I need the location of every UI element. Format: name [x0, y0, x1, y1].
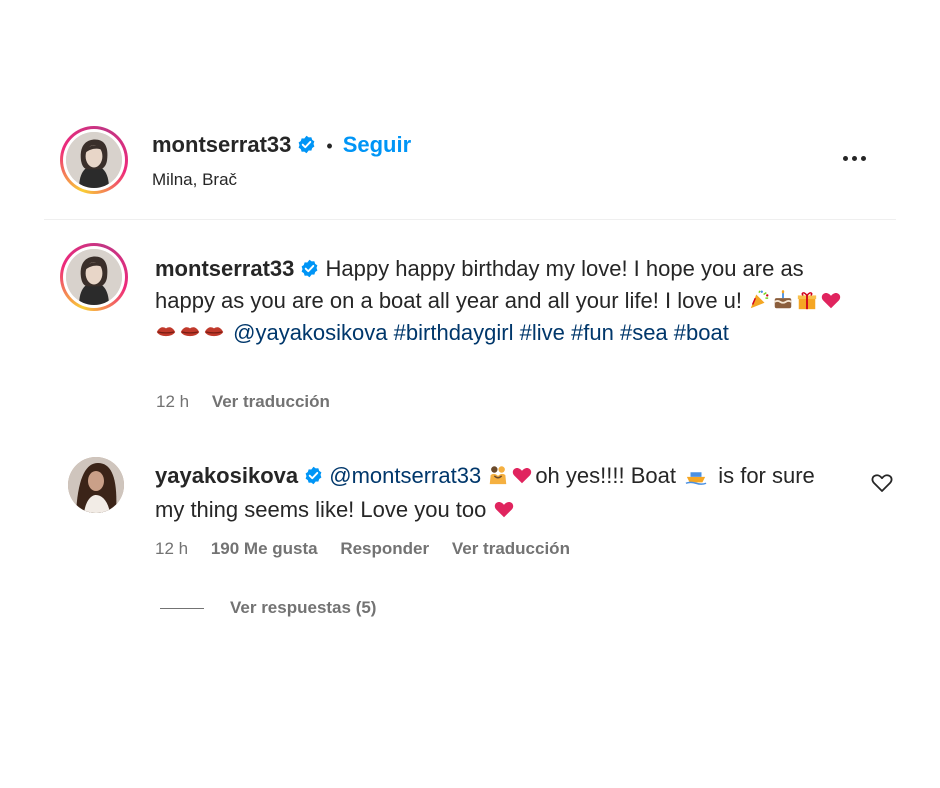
comment-message-part1: oh yes!!!! Boat: [535, 463, 676, 488]
post-location[interactable]: Milna, Brač: [152, 170, 237, 190]
verified-badge-icon: [305, 466, 322, 485]
lips-icon: [204, 327, 224, 337]
commenter-username[interactable]: yayakosikova: [155, 463, 298, 488]
red-heart-icon: [513, 468, 532, 484]
caption-timestamp[interactable]: 12 h: [156, 392, 189, 411]
separator-dot: •: [326, 136, 333, 156]
verified-badge-icon: [299, 135, 315, 154]
lips-icon: [180, 327, 200, 337]
caption-author-avatar[interactable]: [60, 243, 128, 311]
follow-button[interactable]: Seguir: [343, 132, 411, 157]
comment-mention[interactable]: @montserrat33: [329, 463, 481, 488]
comment-likes-count[interactable]: 190 Me gusta: [211, 539, 318, 558]
header-divider: [44, 219, 896, 220]
avatar-photo-icon: [68, 457, 124, 513]
hashtag-link[interactable]: #fun: [571, 320, 614, 345]
comment-text-block: yayakosikova @montserrat33 oh yes!!!! Bo…: [155, 459, 845, 527]
caption-username[interactable]: montserrat33: [155, 256, 294, 281]
post-author-username[interactable]: montserrat33: [152, 132, 291, 157]
party-popper-icon: [750, 290, 769, 309]
verified-badge-icon: [302, 259, 318, 278]
reply-button[interactable]: Responder: [340, 539, 429, 558]
hashtag-link[interactable]: #boat: [674, 320, 729, 345]
cake-icon: [774, 290, 792, 309]
hugging-people-icon: [490, 466, 507, 485]
hashtag-link[interactable]: #sea: [620, 320, 668, 345]
hashtag-link[interactable]: #live: [520, 320, 565, 345]
avatar-photo-icon: [66, 132, 122, 188]
view-replies-button[interactable]: Ver respuestas (5): [160, 598, 376, 618]
red-heart-icon: [821, 293, 841, 309]
post-author-avatar[interactable]: [60, 126, 128, 194]
post-header: montserrat33 • Seguir Milna, Brač: [60, 124, 895, 196]
red-heart-icon: [494, 502, 513, 518]
hashtag-link[interactable]: #birthdaygirl: [394, 320, 514, 345]
gift-icon: [797, 292, 817, 310]
comment-translate-link[interactable]: Ver traducción: [452, 539, 570, 558]
commenter-avatar[interactable]: [68, 457, 124, 513]
more-options-icon[interactable]: [843, 148, 873, 161]
comment-meta: 12 h 190 Me gusta Responder Ver traducci…: [155, 539, 570, 559]
comment-timestamp[interactable]: 12 h: [155, 539, 188, 558]
avatar-photo-icon: [66, 249, 122, 305]
caption-translate-link[interactable]: Ver traducción: [212, 392, 330, 411]
like-heart-icon[interactable]: [870, 471, 894, 493]
caption-meta: 12 h Ver traducción: [156, 392, 330, 412]
caption-text-block: montserrat33 Happy happy birthday my lov…: [155, 253, 855, 349]
caption-mention[interactable]: @yayakosikova: [233, 320, 387, 345]
boat-icon: [685, 472, 707, 485]
replies-divider-line: [160, 608, 204, 610]
view-replies-label[interactable]: Ver respuestas (5): [230, 598, 376, 617]
lips-icon: [156, 327, 176, 337]
